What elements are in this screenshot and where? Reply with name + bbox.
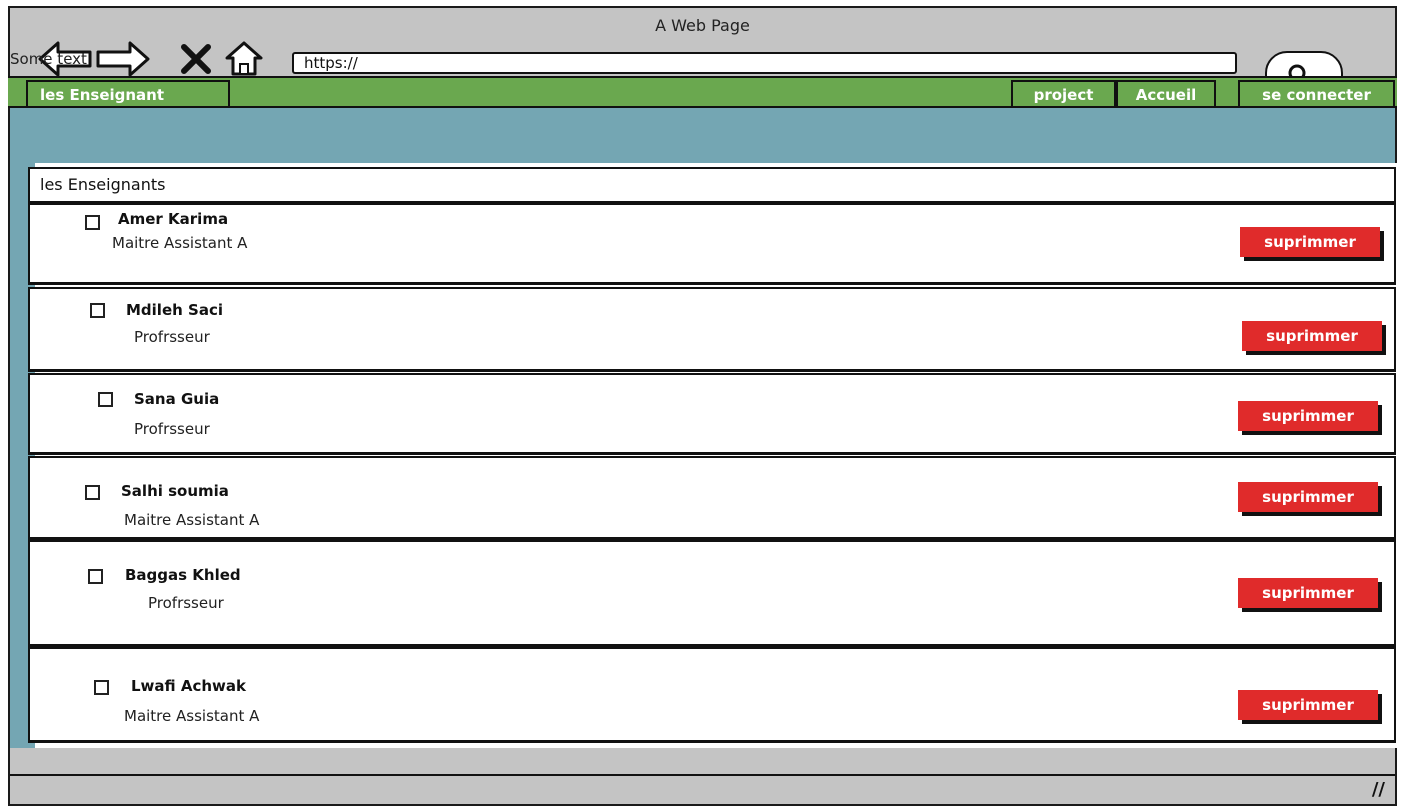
teacher-row: Salhi soumia Maitre Assistant A suprimme…	[28, 456, 1396, 540]
select-checkbox[interactable]	[90, 303, 105, 318]
teacher-name: Amer Karima	[118, 210, 229, 228]
delete-button[interactable]: suprimmer	[1238, 482, 1378, 512]
delete-button[interactable]: suprimmer	[1238, 690, 1378, 720]
resize-handle-icon[interactable]: //	[1372, 779, 1385, 800]
overlay-text: Some text	[10, 50, 87, 68]
delete-button[interactable]: suprimmer	[1240, 227, 1380, 257]
teacher-row: Lwafi Achwak Maitre Assistant A suprimme…	[28, 647, 1396, 743]
list-heading: les Enseignants	[40, 175, 166, 194]
title-bar: A Web Page Some text https://	[10, 8, 1395, 91]
select-checkbox[interactable]	[85, 485, 100, 500]
menu-item-les-enseignant[interactable]: les Enseignant	[26, 80, 230, 108]
delete-button[interactable]: suprimmer	[1238, 401, 1378, 431]
teacher-row: Baggas Khled Profrsseur suprimmer	[28, 540, 1396, 647]
teacher-name: Lwafi Achwak	[131, 677, 247, 695]
teacher-row: Sana Guia Profrsseur suprimmer	[28, 373, 1396, 455]
close-icon[interactable]	[180, 44, 212, 74]
list-heading-box: les Enseignants	[28, 167, 1396, 203]
select-checkbox[interactable]	[94, 680, 109, 695]
delete-button[interactable]: suprimmer	[1238, 578, 1378, 608]
window-title: A Web Page	[655, 16, 750, 35]
menu-bar: les Enseignant project Accueil se connec…	[8, 76, 1397, 108]
forward-arrow-icon[interactable]	[94, 40, 150, 78]
teacher-name: Sana Guia	[134, 390, 220, 408]
status-bar: //	[10, 774, 1395, 804]
teacher-rank: Profrsseur	[134, 420, 210, 438]
teacher-rank: Maitre Assistant A	[124, 707, 260, 725]
teacher-rank: Maitre Assistant A	[124, 511, 260, 529]
teacher-row: Amer Karima Maitre Assistant A suprimmer	[28, 203, 1396, 285]
teacher-rank: Profrsseur	[134, 328, 210, 346]
url-bar[interactable]: https://	[292, 52, 1237, 74]
home-icon[interactable]	[224, 40, 264, 76]
delete-button[interactable]: suprimmer	[1242, 321, 1382, 351]
teacher-rank: Profrsseur	[148, 594, 224, 612]
url-text: https://	[304, 54, 358, 72]
menu-item-project[interactable]: project	[1011, 80, 1116, 108]
select-checkbox[interactable]	[88, 569, 103, 584]
menu-item-accueil[interactable]: Accueil	[1116, 80, 1216, 108]
teacher-rank: Maitre Assistant A	[112, 234, 248, 252]
teacher-name: Salhi soumia	[121, 482, 229, 500]
select-checkbox[interactable]	[98, 392, 113, 407]
teacher-name: Mdileh Saci	[126, 301, 223, 319]
select-checkbox[interactable]	[85, 215, 100, 230]
teacher-row: Mdileh Saci Profrsseur suprimmer	[28, 287, 1396, 372]
teacher-name: Baggas Khled	[125, 566, 241, 584]
menu-item-se-connecter[interactable]: se connecter	[1238, 80, 1395, 108]
